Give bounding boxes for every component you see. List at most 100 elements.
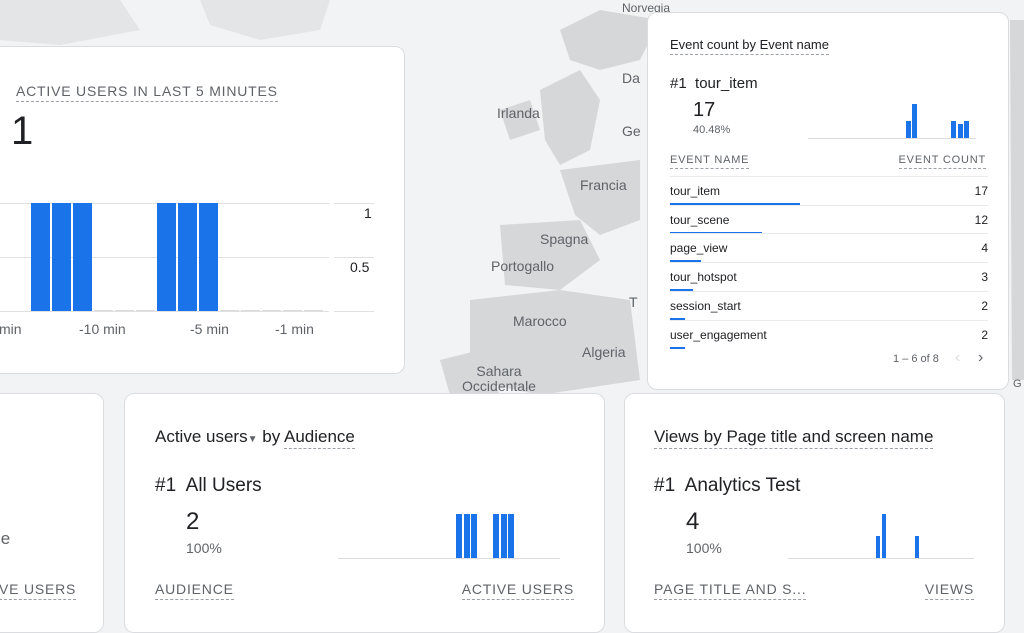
views-sparkline xyxy=(788,514,974,559)
active-users-bar[interactable] xyxy=(94,310,113,311)
event-row[interactable]: tour_item 17 xyxy=(670,176,988,205)
active-users-bar[interactable] xyxy=(31,203,50,311)
dropdown-arrow-icon: ▼ xyxy=(247,434,258,445)
active-users-bar[interactable] xyxy=(262,310,281,311)
gridline-right-bottom xyxy=(334,311,374,312)
active-users-5min-chart: 1 0.5 min -10 min -5 min -1 min xyxy=(0,197,404,367)
bars-container xyxy=(0,197,329,312)
event-row-count: 3 xyxy=(981,270,988,285)
audience-top-rank: #1 All Users xyxy=(155,475,262,496)
sparkline-bar xyxy=(914,536,919,558)
event-row-name: tour_item xyxy=(670,184,721,198)
sparkline-bar xyxy=(905,121,911,138)
event-top-value: 17 xyxy=(693,99,716,121)
audience-col-name[interactable]: AUDIENCE xyxy=(155,581,234,600)
audience-top-name: All Users xyxy=(185,475,262,496)
audience-col-value[interactable]: ACTIVE USERS xyxy=(461,581,574,600)
event-count-title[interactable]: Event count by Event name xyxy=(670,37,829,55)
sparkline-bar xyxy=(456,514,463,558)
views-col-name[interactable]: PAGE TITLE AND S... xyxy=(654,581,807,600)
views-card: Views by Page title and screen name #1 A… xyxy=(624,393,1005,633)
event-row-count: 12 xyxy=(974,212,988,227)
active-users-bar[interactable] xyxy=(199,203,218,311)
active-users-bar[interactable] xyxy=(220,310,239,311)
event-row[interactable]: page_view 4 xyxy=(670,233,988,263)
event-row-count: 2 xyxy=(981,298,988,313)
event-top-pct: 40.48% xyxy=(693,124,731,136)
dimension-selector[interactable]: Audience xyxy=(284,427,355,449)
sparkline-bar xyxy=(951,121,956,138)
event-count-card: Event count by Event name #1 tour_item 1… xyxy=(647,12,1009,390)
sparkline-bar xyxy=(881,514,886,558)
event-table: tour_item 17 tour_scene 12 page_view 4 tour_ho… xyxy=(648,176,1008,350)
y-label-0-5: 0.5 xyxy=(350,259,370,275)
active-users-5min-card: ACTIVE USERS IN LAST 5 MINUTES 1 1 0.5 m… xyxy=(0,46,405,374)
event-col-count[interactable]: EVENT COUNT xyxy=(898,154,986,169)
sparkline-bar xyxy=(876,536,880,558)
views-top-pct: 100% xyxy=(686,540,722,556)
left-card-col-label[interactable]: VE USERS xyxy=(0,581,77,600)
audience-top-pct: 100% xyxy=(186,540,222,556)
map-label-da: Da xyxy=(622,70,640,86)
event-row-name: user_engagement xyxy=(670,327,767,342)
event-row-name: tour_scene xyxy=(670,212,730,227)
sparkline-bar xyxy=(957,124,963,138)
map-label-francia: Francia xyxy=(580,177,627,193)
views-title[interactable]: Views by Page title and screen name xyxy=(654,427,934,449)
active-users-bar[interactable] xyxy=(283,310,302,311)
sparkline-bar xyxy=(500,514,507,558)
sparkline-bar xyxy=(508,514,515,558)
active-users-5min-title[interactable]: ACTIVE USERS IN LAST 5 MINUTES xyxy=(16,83,278,102)
active-users-bar[interactable] xyxy=(304,310,323,311)
event-row-name: page_view xyxy=(670,241,728,256)
audience-sparkline xyxy=(338,514,560,559)
event-row[interactable]: tour_scene 12 xyxy=(670,204,988,234)
event-sparkline xyxy=(808,98,976,139)
map-label-g: G xyxy=(1013,378,1022,390)
event-col-name[interactable]: EVENT NAME xyxy=(670,154,750,169)
event-row[interactable]: user_engagement 2 xyxy=(670,319,988,349)
audience-top-value: 2 xyxy=(186,508,200,535)
active-users-bar[interactable] xyxy=(52,203,71,311)
active-users-bar[interactable] xyxy=(178,203,197,311)
views-col-value[interactable]: VIEWS xyxy=(924,581,974,600)
event-row-share-bar xyxy=(670,346,685,349)
y-label-1: 1 xyxy=(364,205,372,221)
active-users-bar[interactable] xyxy=(73,203,92,311)
active-users-bar[interactable] xyxy=(136,310,155,311)
active-users-bar[interactable] xyxy=(157,203,176,311)
event-top-name: tour_item xyxy=(695,75,758,92)
x-label-5min: -5 min xyxy=(190,321,229,337)
event-row-count: 4 xyxy=(981,241,988,256)
audience-title: Active users▼ by Audience xyxy=(155,427,355,449)
event-row[interactable]: tour_hotspot 3 xyxy=(670,262,988,292)
x-label-10min: -10 min xyxy=(79,321,126,337)
map-label-sahara: Sahara Occidentale xyxy=(462,363,536,394)
active-users-bar[interactable] xyxy=(115,310,134,311)
active-users-5min-value: 1 xyxy=(11,109,34,153)
sparkline-bar xyxy=(912,104,917,138)
active-users-bar[interactable] xyxy=(241,310,260,311)
sparkline-bar xyxy=(463,514,470,558)
event-top-rank: #1 tour_item xyxy=(670,75,758,92)
map-label-ge: Ge xyxy=(622,123,641,139)
map-label-t: T xyxy=(629,294,638,310)
map-label-portogallo: Portogallo xyxy=(491,258,555,274)
audience-card: Active users▼ by Audience #1 All Users 2… xyxy=(124,393,605,633)
views-top-value: 4 xyxy=(686,508,700,535)
x-label-1min: -1 min xyxy=(275,321,314,337)
gridline-right-top xyxy=(334,203,374,204)
event-row-name: session_start xyxy=(670,298,741,313)
map-label-marocco: Marocco xyxy=(513,313,567,329)
map-label-irlanda: Irlanda xyxy=(497,105,540,121)
event-row-count: 2 xyxy=(981,327,988,342)
event-row[interactable]: session_start 2 xyxy=(670,290,988,320)
views-top-name: Analytics Test xyxy=(684,475,801,496)
sparkline-bar xyxy=(471,514,478,558)
sparkline-bar xyxy=(964,121,969,138)
left-partial-card: le VE USERS xyxy=(0,393,104,633)
metric-selector[interactable]: Active users▼ xyxy=(155,427,258,446)
prev-page-icon[interactable]: ‹ xyxy=(955,349,960,367)
next-page-icon[interactable]: › xyxy=(978,349,983,367)
gridline-right-mid xyxy=(334,257,374,258)
